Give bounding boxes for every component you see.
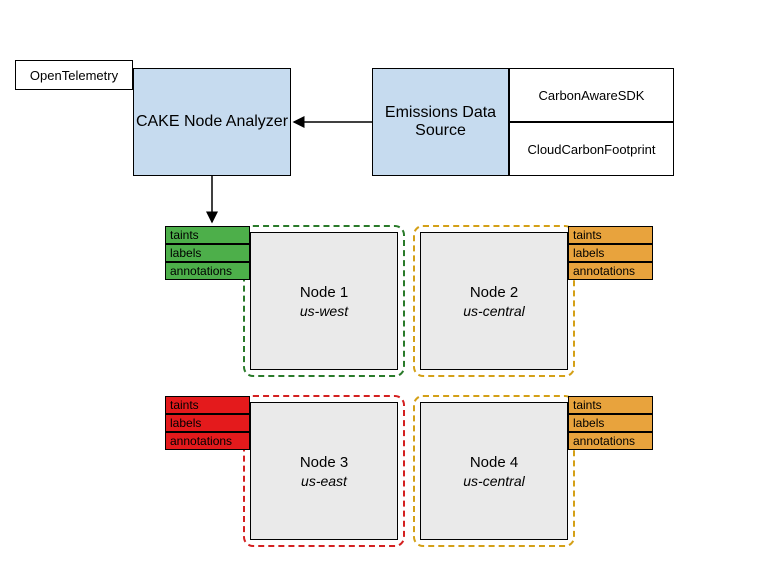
node-2-labels-cell: labels — [568, 244, 653, 262]
node-4-taints: taints — [568, 396, 653, 414]
node-1-annotations: annotations — [165, 262, 250, 280]
node-2-annotations: annotations — [568, 262, 653, 280]
opentelemetry-label: OpenTelemetry — [30, 68, 118, 83]
node-1-box: Node 1 us-west — [250, 232, 398, 370]
node-4-labels-cell: labels — [568, 414, 653, 432]
node-4-title: Node 4 — [470, 454, 518, 471]
node-3-box: Node 3 us-east — [250, 402, 398, 540]
node-1-labels: taints labels annotations — [165, 226, 250, 280]
node-4-annotations: annotations — [568, 432, 653, 450]
node-3-labels-cell: labels — [165, 414, 250, 432]
node-2-box: Node 2 us-central — [420, 232, 568, 370]
node-3-title: Node 3 — [300, 454, 348, 471]
node-2-labels: taints labels annotations — [568, 226, 653, 280]
ccf-box: CloudCarbonFootprint — [509, 122, 674, 176]
analyzer-box: CAKE Node Analyzer — [133, 68, 291, 176]
node-4-box: Node 4 us-central — [420, 402, 568, 540]
sdk-box: CarbonAwareSDK — [509, 68, 674, 122]
node-4-labels: taints labels annotations — [568, 396, 653, 450]
node-3-region: us-east — [301, 473, 347, 489]
node-2-title: Node 2 — [470, 284, 518, 301]
ccf-label: CloudCarbonFootprint — [528, 142, 656, 157]
node-2-region: us-central — [463, 303, 524, 319]
node-4-region: us-central — [463, 473, 524, 489]
analyzer-label: CAKE Node Analyzer — [136, 113, 288, 131]
node-3-labels: taints labels annotations — [165, 396, 250, 450]
node-2-taints: taints — [568, 226, 653, 244]
node-1-region: us-west — [300, 303, 348, 319]
emissions-label: Emissions Data Source — [373, 104, 508, 140]
node-1-taints: taints — [165, 226, 250, 244]
emissions-box: Emissions Data Source — [372, 68, 509, 176]
sdk-label: CarbonAwareSDK — [539, 88, 645, 103]
opentelemetry-box: OpenTelemetry — [15, 60, 133, 90]
node-3-annotations: annotations — [165, 432, 250, 450]
node-3-taints: taints — [165, 396, 250, 414]
node-1-labels-cell: labels — [165, 244, 250, 262]
node-1-title: Node 1 — [300, 284, 348, 301]
